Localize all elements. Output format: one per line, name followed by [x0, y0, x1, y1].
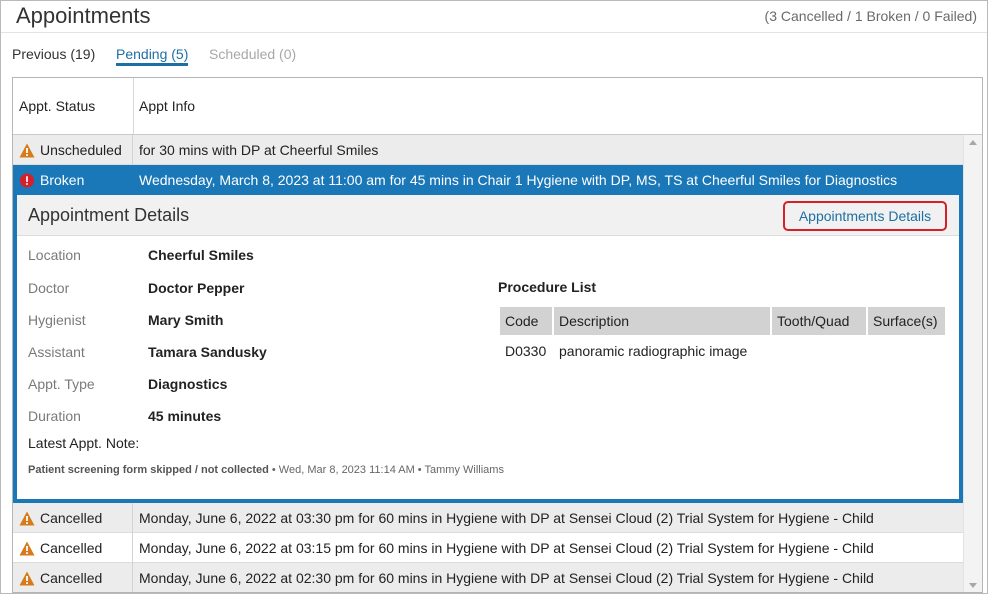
appointment-summary: (3 Cancelled / 1 Broken / 0 Failed): [764, 8, 977, 24]
tab-scheduled[interactable]: Scheduled (0): [209, 46, 296, 62]
column-header-status[interactable]: Appt. Status: [19, 98, 95, 114]
proc-header-surface[interactable]: Surface(s): [868, 307, 945, 335]
details-header: Appointment Details Appointments Details: [17, 195, 959, 236]
status-label: Broken: [40, 172, 85, 188]
duration-label: Duration: [28, 408, 81, 424]
status-cell: Cancelled: [13, 503, 133, 533]
latest-note: Patient screening form skipped / not col…: [28, 464, 504, 476]
doctor-value: Doctor Pepper: [148, 280, 245, 296]
status-cell: Cancelled: [13, 533, 133, 563]
scroll-down-arrow-icon[interactable]: [969, 583, 977, 588]
doctor-label: Doctor: [28, 280, 70, 296]
scroll-up-arrow-icon[interactable]: [969, 140, 977, 145]
table-row-selected[interactable]: Broken Wednesday, March 8, 2023 at 11:00…: [13, 165, 963, 195]
appt-info: Monday, June 6, 2022 at 03:30 pm for 60 …: [139, 510, 874, 526]
status-cell: Unscheduled: [13, 135, 133, 165]
appointments-details-link[interactable]: Appointments Details: [783, 201, 947, 231]
warning-icon: [19, 571, 35, 586]
appt-type-value: Diagnostics: [148, 376, 228, 392]
status-label: Unscheduled: [40, 142, 122, 158]
appt-type-label: Appt. Type: [28, 376, 95, 392]
vertical-scrollbar[interactable]: [963, 135, 982, 592]
appointments-panel: Appointments (3 Cancelled / 1 Broken / 0…: [0, 0, 988, 594]
warning-icon: [19, 511, 35, 526]
proc-header-description[interactable]: Description: [554, 307, 772, 335]
appointments-grid: Appt. Status Appt Info Unscheduled for 3…: [12, 77, 983, 593]
warning-icon: [19, 143, 35, 158]
status-cell: Broken: [13, 165, 133, 195]
assistant-label: Assistant: [28, 344, 85, 360]
error-icon: [19, 173, 35, 188]
table-row[interactable]: Unscheduled for 30 mins with DP at Cheer…: [13, 135, 963, 165]
table-row[interactable]: Cancelled Monday, June 6, 2022 at 03:30 …: [13, 503, 963, 533]
note-meta: • Wed, Mar 8, 2023 11:14 AM • Tammy Will…: [268, 464, 504, 476]
proc-code: D0330: [505, 343, 547, 359]
grid-header: Appt. Status Appt Info: [13, 78, 982, 135]
tab-pending[interactable]: Pending (5): [116, 46, 189, 66]
appt-info: Monday, June 6, 2022 at 03:15 pm for 60 …: [139, 540, 874, 556]
appt-info: Wednesday, March 8, 2023 at 11:00 am for…: [139, 172, 898, 188]
column-divider: [133, 78, 134, 135]
location-value: Cheerful Smiles: [148, 247, 254, 263]
proc-surface: [868, 335, 945, 359]
warning-icon: [19, 541, 35, 556]
proc-description: panoramic radiographic image: [559, 343, 748, 359]
panel-header: Appointments (3 Cancelled / 1 Broken / 0…: [1, 1, 987, 33]
page-title: Appointments: [16, 3, 151, 28]
hygienist-label: Hygienist: [28, 312, 86, 328]
status-label: Cancelled: [40, 510, 103, 526]
location-label: Location: [28, 247, 81, 263]
appointment-details-panel: Appointment Details Appointments Details…: [13, 195, 963, 503]
duration-value: 45 minutes: [148, 408, 222, 424]
details-title: Appointment Details: [28, 205, 190, 225]
proc-header-tooth[interactable]: Tooth/Quad: [772, 307, 868, 335]
assistant-value: Tamara Sandusky: [148, 344, 267, 360]
table-row[interactable]: Cancelled Monday, June 6, 2022 at 02:30 …: [13, 563, 963, 592]
appt-info: Monday, June 6, 2022 at 02:30 pm for 60 …: [139, 570, 874, 586]
status-label: Cancelled: [40, 540, 103, 556]
proc-header-code[interactable]: Code: [500, 307, 554, 335]
procedure-row: D0330 panoramic radiographic image: [500, 335, 945, 359]
procedure-table: Code Description Tooth/Quad Surface(s) D…: [500, 307, 945, 359]
procedure-list-title: Procedure List: [498, 279, 597, 295]
latest-note-label: Latest Appt. Note:: [28, 435, 140, 451]
status-cell: Cancelled: [13, 563, 133, 592]
column-header-info[interactable]: Appt Info: [139, 98, 195, 114]
proc-tooth: [772, 335, 868, 359]
table-row[interactable]: Cancelled Monday, June 6, 2022 at 03:15 …: [13, 533, 963, 563]
hygienist-value: Mary Smith: [148, 312, 224, 328]
status-label: Cancelled: [40, 570, 103, 586]
appt-info: for 30 mins with DP at Cheerful Smiles: [139, 142, 379, 158]
tab-previous[interactable]: Previous (19): [12, 46, 95, 62]
note-text: Patient screening form skipped / not col…: [28, 464, 269, 476]
